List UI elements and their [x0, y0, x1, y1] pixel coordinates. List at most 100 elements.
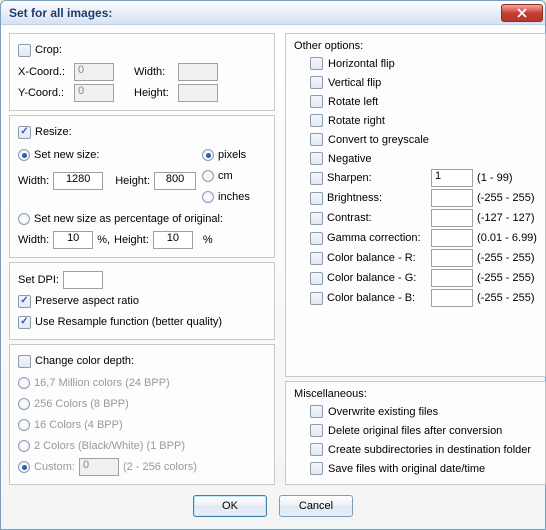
dpi-group: Set DPI: Preserve aspect ratio Use Resam…: [9, 262, 275, 340]
contrast-range: (-127 - 127): [477, 212, 534, 224]
ycoord-input[interactable]: 0: [74, 84, 114, 102]
hflip-checkbox[interactable]: [310, 57, 323, 70]
crop-height-label: Height:: [134, 87, 174, 99]
close-button[interactable]: [501, 4, 543, 22]
set-new-size-radio[interactable]: [18, 149, 30, 161]
rotate-right-checkbox[interactable]: [310, 114, 323, 127]
contrast-label: Contrast:: [327, 212, 427, 224]
delete-orig-checkbox[interactable]: [310, 424, 323, 437]
pct-width-label: Width:: [18, 234, 49, 246]
brightness-input[interactable]: [431, 189, 473, 207]
hflip-label: Horizontal flip: [328, 58, 395, 70]
depth-256-label: 256 Colors (8 BPP): [34, 398, 129, 410]
crop-checkbox[interactable]: [18, 44, 31, 57]
resample-label: Use Resample function (better quality): [35, 316, 222, 328]
sharpen-label: Sharpen:: [327, 172, 427, 184]
depth-167m-label: 16,7 Million colors (24 BPP): [34, 377, 170, 389]
cbb-input[interactable]: [431, 289, 473, 307]
savedate-label: Save files with original date/time: [328, 463, 485, 475]
savedate-checkbox[interactable]: [310, 462, 323, 475]
sharpen-range: (1 - 99): [477, 172, 512, 184]
sharpen-checkbox[interactable]: [310, 172, 323, 185]
depth-custom-input[interactable]: 0: [79, 458, 119, 476]
sharpen-input[interactable]: 1: [431, 169, 473, 187]
gamma-range: (0.01 - 6.99): [477, 232, 537, 244]
unit-inches-label: inches: [218, 191, 250, 203]
resize-width-label: Width:: [18, 175, 49, 187]
cbr-label: Color balance - R:: [327, 252, 427, 264]
depth-256-radio[interactable]: [18, 398, 30, 410]
other-options-group: Other options: Horizontal flip Vertical …: [285, 33, 546, 377]
preserve-ratio-checkbox[interactable]: [18, 295, 31, 308]
cbg-checkbox[interactable]: [310, 272, 323, 285]
depth-16-radio[interactable]: [18, 419, 30, 431]
cbg-label: Color balance - G:: [327, 272, 427, 284]
unit-pixels-label: pixels: [218, 149, 246, 161]
crop-header: Crop:: [35, 44, 62, 56]
crop-width-label: Width:: [134, 66, 174, 78]
pct-height-input[interactable]: 10: [153, 231, 193, 249]
unit-cm-label: cm: [218, 170, 233, 182]
close-icon: [517, 8, 527, 18]
vflip-checkbox[interactable]: [310, 76, 323, 89]
contrast-checkbox[interactable]: [310, 212, 323, 225]
brightness-range: (-255 - 255): [477, 192, 534, 204]
pct-suffix: %: [203, 234, 213, 246]
titlebar[interactable]: Set for all images:: [1, 1, 545, 25]
resize-width-input[interactable]: 1280: [53, 172, 103, 190]
dialog-window: Set for all images: Crop: X-Coord.: 0: [0, 0, 546, 530]
button-row: OK Cancel: [9, 489, 537, 521]
misc-header: Miscellaneous:: [294, 388, 537, 402]
xcoord-input[interactable]: 0: [74, 63, 114, 81]
crop-width-input[interactable]: [178, 63, 218, 81]
resize-group: Resize: Set new size: Width: 1280: [9, 115, 275, 258]
depth-custom-range: (2 - 256 colors): [123, 461, 197, 473]
pct-width-input[interactable]: 10: [53, 231, 93, 249]
resize-height-label: Height:: [115, 175, 150, 187]
depth-custom-label: Custom:: [34, 461, 75, 473]
rotate-left-checkbox[interactable]: [310, 95, 323, 108]
cbr-input[interactable]: [431, 249, 473, 267]
depth-167m-radio[interactable]: [18, 377, 30, 389]
unit-cm-radio[interactable]: [202, 170, 214, 182]
gamma-checkbox[interactable]: [310, 232, 323, 245]
greyscale-label: Convert to greyscale: [328, 134, 429, 146]
negative-checkbox[interactable]: [310, 152, 323, 165]
resize-checkbox[interactable]: [18, 126, 31, 139]
cbr-range: (-255 - 255): [477, 252, 534, 264]
color-depth-header: Change color depth:: [35, 355, 134, 367]
ycoord-label: Y-Coord.:: [18, 87, 70, 99]
cbr-checkbox[interactable]: [310, 252, 323, 265]
unit-inches-radio[interactable]: [202, 191, 214, 203]
subdirs-checkbox[interactable]: [310, 443, 323, 456]
depth-custom-radio[interactable]: [18, 461, 30, 473]
depth-2-radio[interactable]: [18, 440, 30, 452]
dialog-content: Crop: X-Coord.: 0 Width: Y-Coord.: 0 Hei…: [1, 25, 545, 529]
rotate-right-label: Rotate right: [328, 115, 385, 127]
unit-pixels-radio[interactable]: [202, 149, 214, 161]
overwrite-checkbox[interactable]: [310, 405, 323, 418]
resize-height-input[interactable]: 800: [154, 172, 196, 190]
resample-checkbox[interactable]: [18, 316, 31, 329]
brightness-checkbox[interactable]: [310, 192, 323, 205]
brightness-label: Brightness:: [327, 192, 427, 204]
crop-height-input[interactable]: [178, 84, 218, 102]
cbb-checkbox[interactable]: [310, 292, 323, 305]
left-column: Crop: X-Coord.: 0 Width: Y-Coord.: 0 Hei…: [9, 33, 275, 485]
cancel-button[interactable]: Cancel: [279, 495, 353, 517]
depth-16-label: 16 Colors (4 BPP): [34, 419, 123, 431]
contrast-input[interactable]: [431, 209, 473, 227]
greyscale-checkbox[interactable]: [310, 133, 323, 146]
ok-button[interactable]: OK: [193, 495, 267, 517]
delete-orig-label: Delete original files after conversion: [328, 425, 502, 437]
cbg-input[interactable]: [431, 269, 473, 287]
set-new-size-label: Set new size:: [34, 149, 99, 161]
negative-label: Negative: [328, 153, 371, 165]
window-title: Set for all images:: [9, 6, 112, 20]
dpi-input[interactable]: [63, 271, 103, 289]
change-color-depth-checkbox[interactable]: [18, 355, 31, 368]
set-pct-radio[interactable]: [18, 213, 30, 225]
gamma-input[interactable]: [431, 229, 473, 247]
color-depth-group: Change color depth: 16,7 Million colors …: [9, 344, 275, 485]
rotate-left-label: Rotate left: [328, 96, 378, 108]
